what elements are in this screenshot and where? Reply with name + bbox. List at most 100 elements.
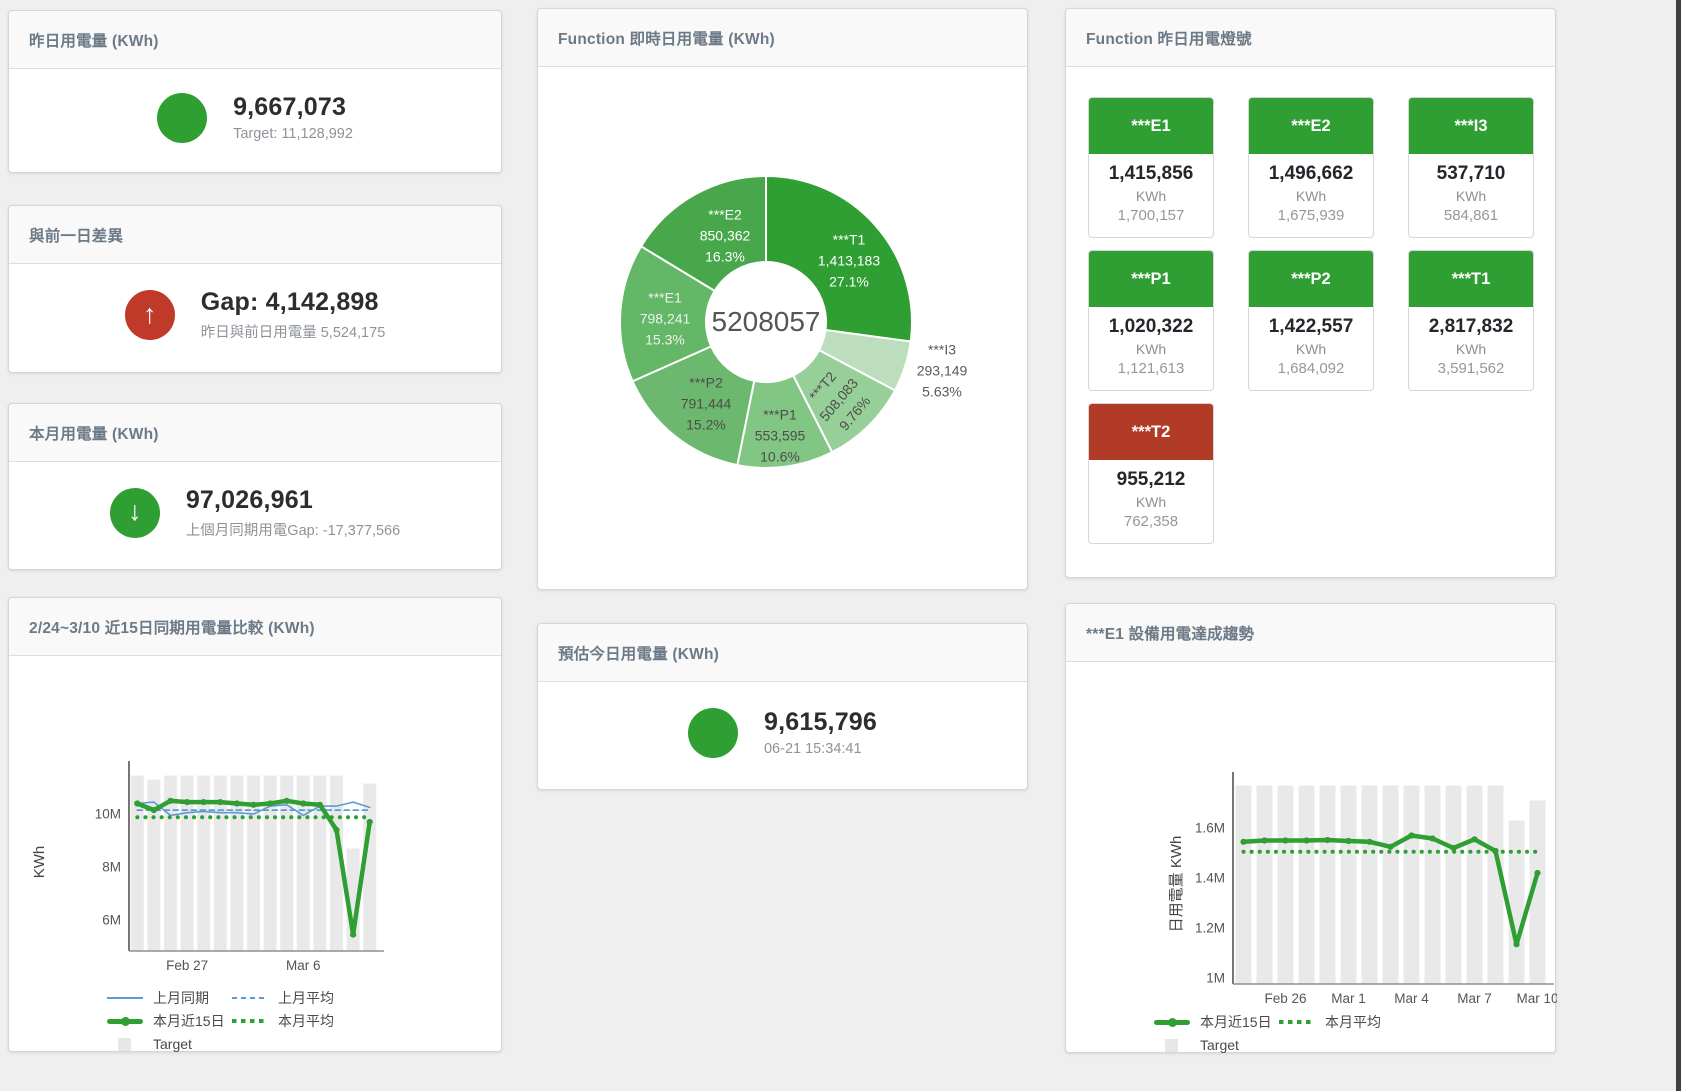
dash-swatch-icon xyxy=(232,997,268,999)
legend-item[interactable]: 本月近15日 xyxy=(107,1011,232,1031)
panel-header: Function 即時日用電量 (KWh) xyxy=(538,9,1027,67)
tile-i3[interactable]: ***I3 537,710 KWh 584,861 xyxy=(1408,97,1534,238)
tile-header: ***E2 xyxy=(1249,98,1373,154)
slice-label-e2: ***E2850,36216.3% xyxy=(700,205,751,268)
legend-item[interactable]: 本月平均 xyxy=(232,1011,334,1031)
svg-text:Feb 27: Feb 27 xyxy=(166,958,208,973)
dashboard: 昨日用電量 (KWh) 9,667,073 Target: 11,128,992… xyxy=(0,0,1681,1091)
tile-p1[interactable]: ***P1 1,020,322 KWh 1,121,613 xyxy=(1088,250,1214,391)
line-swatch-icon xyxy=(107,997,143,999)
thick-line-swatch-icon xyxy=(1154,1020,1190,1025)
status-circle-green xyxy=(688,708,738,758)
svg-text:Mar 1: Mar 1 xyxy=(1331,991,1366,1006)
arrow-down-circle-icon: ↓ xyxy=(110,488,160,538)
panel-title[interactable]: 2/24~3/10 近15日同期用電量比較 (KWh) xyxy=(29,616,315,638)
tile-header: ***P1 xyxy=(1089,251,1213,307)
tile-header: ***T1 xyxy=(1409,251,1533,307)
stat-month: ↓ 97,026,961 上個月同期用電Gap: -17,377,566 xyxy=(9,462,501,569)
status-circle-green xyxy=(157,93,207,143)
panel-title[interactable]: Function 即時日用電量 (KWh) xyxy=(558,27,775,49)
donut-center-total: 5208057 xyxy=(711,306,820,338)
panel-header: 2/24~3/10 近15日同期用電量比較 (KWh) xyxy=(9,598,501,656)
panel-header: Function 昨日用電燈號 xyxy=(1066,9,1555,67)
tile-header: ***T2 xyxy=(1089,404,1213,460)
legend-item[interactable]: 本月近15日 xyxy=(1154,1012,1279,1032)
e1-trend-line-chart[interactable]: 1M 1.2M 1.4M 1.6M Feb 26 Mar 1 Mar 4 Mar 7 Mar 1… xyxy=(1066,764,1557,1014)
svg-text:8M: 8M xyxy=(102,860,121,875)
svg-text:Mar 10: Mar 10 xyxy=(1516,991,1557,1006)
donut-chart: ***T11,413,18327.1% ***I3293,1495.63% **… xyxy=(538,67,1027,589)
arrow-up-circle-icon: ↑ xyxy=(125,290,175,340)
panel-header: 本月用電量 (KWh) xyxy=(9,404,501,462)
panel-light-status: Function 昨日用電燈號 ***E1 1,415,856 KWh 1,70… xyxy=(1065,8,1556,578)
panel-yesterday-usage: 昨日用電量 (KWh) 9,667,073 Target: 11,128,992 xyxy=(8,10,502,173)
panel-15day-comparison: 2/24~3/10 近15日同期用電量比較 (KWh) 6M8M10MFeb 2… xyxy=(8,597,502,1052)
tile-header: ***P2 xyxy=(1249,251,1373,307)
panel-day-gap: 與前一日差異 ↑ Gap: 4,142,898 昨日與前日用電量 5,524,1… xyxy=(8,205,502,373)
svg-text:Mar 6: Mar 6 xyxy=(286,958,321,973)
estimate-value: 9,615,796 xyxy=(764,708,877,737)
tile-p2[interactable]: ***P2 1,422,557 KWh 1,684,092 xyxy=(1248,250,1374,391)
slice-label-i3: ***I3293,1495.63% xyxy=(917,340,968,403)
panel-header: ***E1 設備用電達成趨勢 xyxy=(1066,604,1555,662)
dotted-swatch-icon xyxy=(1279,1020,1315,1024)
tile-t2[interactable]: ***T2 955,212 KWh 762,358 xyxy=(1088,403,1214,544)
gap-value: Gap: 4,142,898 xyxy=(201,288,386,317)
svg-text:KWh: KWh xyxy=(31,846,48,879)
legend-item[interactable]: Target xyxy=(107,1034,232,1054)
svg-text:1.6M: 1.6M xyxy=(1195,821,1225,836)
square-swatch-icon xyxy=(1165,1039,1178,1052)
slice-label-t1: ***T11,413,18327.1% xyxy=(818,230,880,293)
tile-e2[interactable]: ***E2 1,496,662 KWh 1,675,939 xyxy=(1248,97,1374,238)
month-value: 97,026,961 xyxy=(186,486,400,515)
tile-t1[interactable]: ***T1 2,817,832 KWh 3,591,562 xyxy=(1408,250,1534,391)
stat-gap: ↑ Gap: 4,142,898 昨日與前日用電量 5,524,175 xyxy=(9,264,501,372)
stat-yesterday: 9,667,073 Target: 11,128,992 xyxy=(9,69,501,172)
chart-legend: 上月同期 上月平均 本月近15日 本月平均 Target xyxy=(107,988,334,1054)
slice-label-p2: ***P2791,44415.2% xyxy=(681,373,732,436)
panel-title[interactable]: 昨日用電量 (KWh) xyxy=(29,29,159,51)
arrow-up-icon: ↑ xyxy=(143,301,157,328)
panel-month-usage: 本月用電量 (KWh) ↓ 97,026,961 上個月同期用電Gap: -17… xyxy=(8,403,502,570)
panel-title[interactable]: 預估今日用電量 (KWh) xyxy=(558,642,719,664)
svg-text:Mar 4: Mar 4 xyxy=(1394,991,1429,1006)
month-gap: 上個月同期用電Gap: -17,377,566 xyxy=(186,519,400,540)
tile-header: ***E1 xyxy=(1089,98,1213,154)
legend-item[interactable]: 上月平均 xyxy=(232,988,334,1008)
gap-subtitle: 昨日與前日用電量 5,524,175 xyxy=(201,321,386,342)
scrollbar[interactable] xyxy=(1676,0,1681,1091)
chart-legend: 本月近15日 本月平均 Target xyxy=(1154,1012,1381,1055)
light-tiles-grid: ***E1 1,415,856 KWh 1,700,157 ***E2 1,49… xyxy=(1088,97,1538,544)
square-swatch-icon xyxy=(118,1038,131,1051)
panel-realtime-usage: Function 即時日用電量 (KWh) ***T11,413,18327.1… xyxy=(537,8,1028,590)
tile-header: ***I3 xyxy=(1409,98,1533,154)
svg-text:日用電量 KWh: 日用電量 KWh xyxy=(1168,836,1185,933)
panel-title[interactable]: 與前一日差異 xyxy=(29,224,123,246)
panel-e1-trend: ***E1 設備用電達成趨勢 1M 1.2M 1.4M 1.6M Feb 26 Mar 1… xyxy=(1065,603,1556,1053)
panel-header: 與前一日差異 xyxy=(9,206,501,264)
panel-title[interactable]: ***E1 設備用電達成趨勢 xyxy=(1086,622,1254,644)
dotted-swatch-icon xyxy=(232,1019,268,1023)
svg-text:Feb 26: Feb 26 xyxy=(1264,991,1306,1006)
svg-text:1M: 1M xyxy=(1206,971,1225,986)
legend-item[interactable]: 本月平均 xyxy=(1279,1012,1381,1032)
tile-e1[interactable]: ***E1 1,415,856 KWh 1,700,157 xyxy=(1088,97,1214,238)
thick-line-swatch-icon xyxy=(107,1019,143,1024)
svg-text:1.4M: 1.4M xyxy=(1195,871,1225,886)
svg-text:Mar 7: Mar 7 xyxy=(1457,991,1492,1006)
svg-text:1.2M: 1.2M xyxy=(1195,921,1225,936)
svg-text:10M: 10M xyxy=(95,807,121,822)
legend-item[interactable]: Target xyxy=(1154,1035,1279,1055)
panel-header: 昨日用電量 (KWh) xyxy=(9,11,501,69)
panel-estimated-today: 預估今日用電量 (KWh) 9,615,796 06-21 15:34:41 xyxy=(537,623,1028,790)
panel-title[interactable]: Function 昨日用電燈號 xyxy=(1086,27,1252,49)
legend-item[interactable]: 上月同期 xyxy=(107,988,232,1008)
slice-label-p1: ***P1553,59510.6% xyxy=(755,405,806,468)
comparison-line-chart[interactable]: 6M8M10MFeb 27Mar 6KWh xyxy=(9,738,503,988)
yesterday-target: Target: 11,128,992 xyxy=(233,126,353,142)
panel-title[interactable]: 本月用電量 (KWh) xyxy=(29,422,159,444)
estimate-timestamp: 06-21 15:34:41 xyxy=(764,741,877,757)
arrow-down-icon: ↓ xyxy=(128,498,142,525)
stat-estimate: 9,615,796 06-21 15:34:41 xyxy=(538,682,1027,789)
yesterday-value: 9,667,073 xyxy=(233,93,353,122)
